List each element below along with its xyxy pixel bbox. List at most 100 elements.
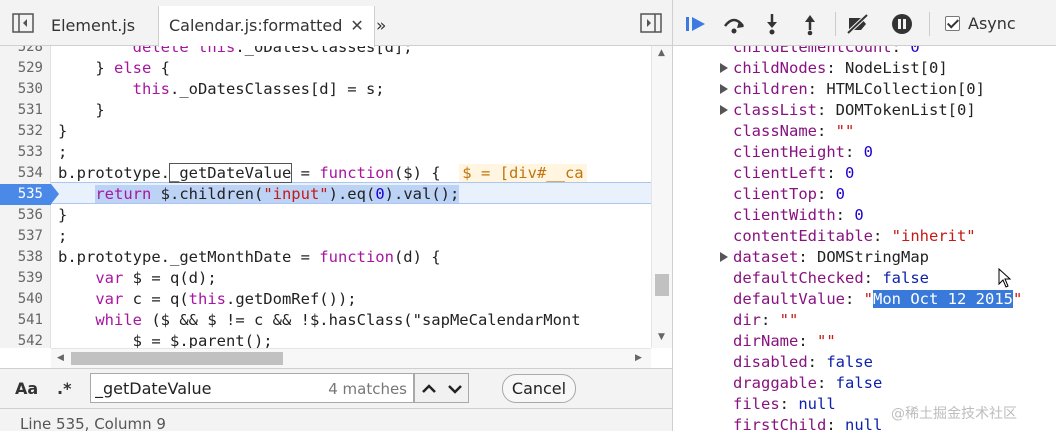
property-row[interactable]: files: null — [733, 394, 836, 415]
code-line: var $ = q(d); — [95, 269, 217, 287]
property-row[interactable]: children: HTMLCollection[0] — [733, 79, 985, 100]
tab-overflow-button[interactable]: » — [376, 6, 386, 46]
step-out-icon[interactable] — [797, 12, 823, 36]
property-row[interactable]: clientTop: 0 — [733, 184, 845, 205]
step-over-icon[interactable] — [721, 12, 747, 36]
property-value: DOMTokenList[0] — [835, 101, 976, 119]
property-name: clientWidth — [733, 206, 836, 224]
cancel-button[interactable]: Cancel — [502, 374, 576, 403]
search-field[interactable]: 4 matches — [90, 373, 414, 403]
property-value: "" — [779, 311, 799, 329]
property-row[interactable]: childElementCount: 0 — [733, 46, 920, 58]
expand-triangle-icon[interactable] — [719, 63, 729, 73]
toolbar-separator — [929, 12, 930, 36]
line-number[interactable]: 540 — [0, 289, 51, 310]
property-row[interactable]: contentEditable: "inherit" — [733, 226, 976, 247]
code-line: } — [58, 122, 68, 140]
property-row[interactable]: defaultValue: "Mon Oct 12 2015" — [733, 289, 1022, 310]
async-checkbox[interactable] — [945, 16, 960, 31]
code-line: b.prototype._getDateValue = function($) … — [58, 163, 587, 184]
watermark: @稀土掘金技术社区 — [891, 406, 1017, 422]
property-row[interactable]: clientLeft: 0 — [733, 163, 854, 184]
close-icon[interactable]: ✕ — [350, 6, 363, 46]
toggle-debugger-icon[interactable] — [640, 13, 662, 33]
property-name: disabled — [733, 353, 808, 371]
step-into-icon[interactable] — [759, 12, 785, 36]
expand-triangle-icon[interactable] — [719, 105, 729, 115]
property-name: defaultValue — [733, 290, 845, 308]
line-number[interactable]: 532 — [0, 121, 51, 142]
pause-on-exceptions-icon[interactable] — [889, 12, 915, 36]
property-row[interactable]: dirName: "" — [733, 331, 836, 352]
property-row[interactable]: clientWidth: 0 — [733, 205, 864, 226]
line-number[interactable]: 537 — [0, 226, 51, 247]
resume-icon[interactable] — [683, 12, 709, 36]
property-value: "" — [817, 332, 836, 350]
property-value: HTMLCollection[0] — [826, 80, 985, 98]
tab-element-js[interactable]: Element.js — [41, 6, 145, 46]
tab-label: Calendar.js:formatted — [169, 16, 343, 35]
code-line: ; — [58, 143, 68, 161]
property-value: Mon Oct 12 2015 — [873, 290, 1013, 308]
property-name: childNodes — [733, 59, 827, 77]
property-name: dataset — [733, 248, 799, 266]
expand-triangle-icon[interactable] — [719, 252, 729, 262]
match-case-toggle[interactable]: Aa — [15, 379, 38, 398]
line-number[interactable]: 531 — [0, 100, 51, 121]
property-name: dir — [733, 311, 761, 329]
scroll-up-icon[interactable]: ▲ — [658, 48, 665, 58]
property-row[interactable]: clientHeight: 0 — [733, 142, 873, 163]
scroll-right-icon[interactable]: ▶ — [635, 353, 642, 363]
property-value: null — [845, 416, 883, 431]
property-value: NodeList[0] — [845, 59, 948, 77]
property-row[interactable]: disabled: false — [733, 352, 873, 373]
property-row[interactable]: classList: DOMTokenList[0] — [733, 100, 976, 121]
property-name: defaultChecked — [733, 269, 864, 287]
match-count: 4 matches — [328, 380, 407, 398]
horizontal-scrollbar[interactable]: ◀ ▶ — [51, 348, 651, 368]
scroll-down-icon[interactable]: ▼ — [658, 332, 665, 342]
next-match-icon[interactable] — [443, 379, 467, 399]
line-number[interactable]: 534 — [0, 163, 51, 184]
property-row[interactable]: defaultChecked: false — [733, 268, 929, 289]
editor-tab-bar: Element.js Calendar.js:formatted ✕ » — [0, 0, 672, 47]
scrollbar-thumb[interactable] — [655, 274, 669, 296]
sources-editor-pane: Element.js Calendar.js:formatted ✕ » 528 5… — [0, 0, 672, 431]
property-row[interactable]: draggable: false — [733, 373, 882, 394]
match-navigation — [414, 373, 469, 403]
line-number[interactable]: 530 — [0, 79, 51, 100]
line-number[interactable]: 539 — [0, 268, 51, 289]
line-number[interactable]: 541 — [0, 310, 51, 331]
line-number[interactable]: 538 — [0, 247, 51, 268]
property-name: files — [733, 395, 780, 413]
line-number[interactable]: 536 — [0, 205, 51, 226]
property-row[interactable]: firstChild: null — [733, 415, 882, 431]
expand-triangle-icon[interactable] — [719, 84, 729, 94]
property-name: childElementCount — [733, 46, 892, 56]
line-number[interactable]: 533 — [0, 142, 51, 163]
search-input[interactable] — [95, 379, 325, 398]
execution-line-number[interactable]: 535 — [0, 184, 59, 205]
scrollbar-thumb[interactable] — [71, 352, 283, 365]
scroll-left-icon[interactable]: ◀ — [57, 353, 64, 363]
previous-match-icon[interactable] — [417, 379, 441, 399]
line-number[interactable]: 528 — [0, 46, 51, 58]
property-value: 0 — [863, 143, 873, 161]
property-row[interactable]: childNodes: NodeList[0] — [733, 58, 948, 79]
line-number[interactable]: 542 — [0, 331, 51, 348]
line-number[interactable]: 529 — [0, 58, 51, 79]
property-row[interactable]: dataset: DOMStringMap — [733, 247, 929, 268]
property-name: children — [733, 80, 808, 98]
regex-toggle[interactable]: .* — [57, 379, 71, 398]
property-row[interactable]: className: "" — [733, 121, 854, 142]
code-line: delete this._oDatesClasses[d]; — [132, 46, 413, 56]
vertical-scrollbar[interactable]: ▲ ▼ — [651, 46, 672, 348]
toggle-navigator-icon[interactable] — [12, 13, 34, 33]
tab-calendar-js-formatted[interactable]: Calendar.js:formatted ✕ — [158, 6, 375, 47]
property-value: false — [882, 269, 929, 287]
property-row[interactable]: dir: "" — [733, 310, 798, 331]
code-editor[interactable]: 528 529 530 531 532 533 534 535 536 537 538 539 540 5… — [0, 46, 651, 348]
scope-properties[interactable]: childElementCount: 0 childNodes: NodeList… — [673, 46, 1056, 431]
line-gutter[interactable]: 528 529 530 531 532 533 534 535 536 537 538 539 540 5… — [0, 46, 59, 348]
deactivate-breakpoints-icon[interactable] — [845, 12, 871, 36]
